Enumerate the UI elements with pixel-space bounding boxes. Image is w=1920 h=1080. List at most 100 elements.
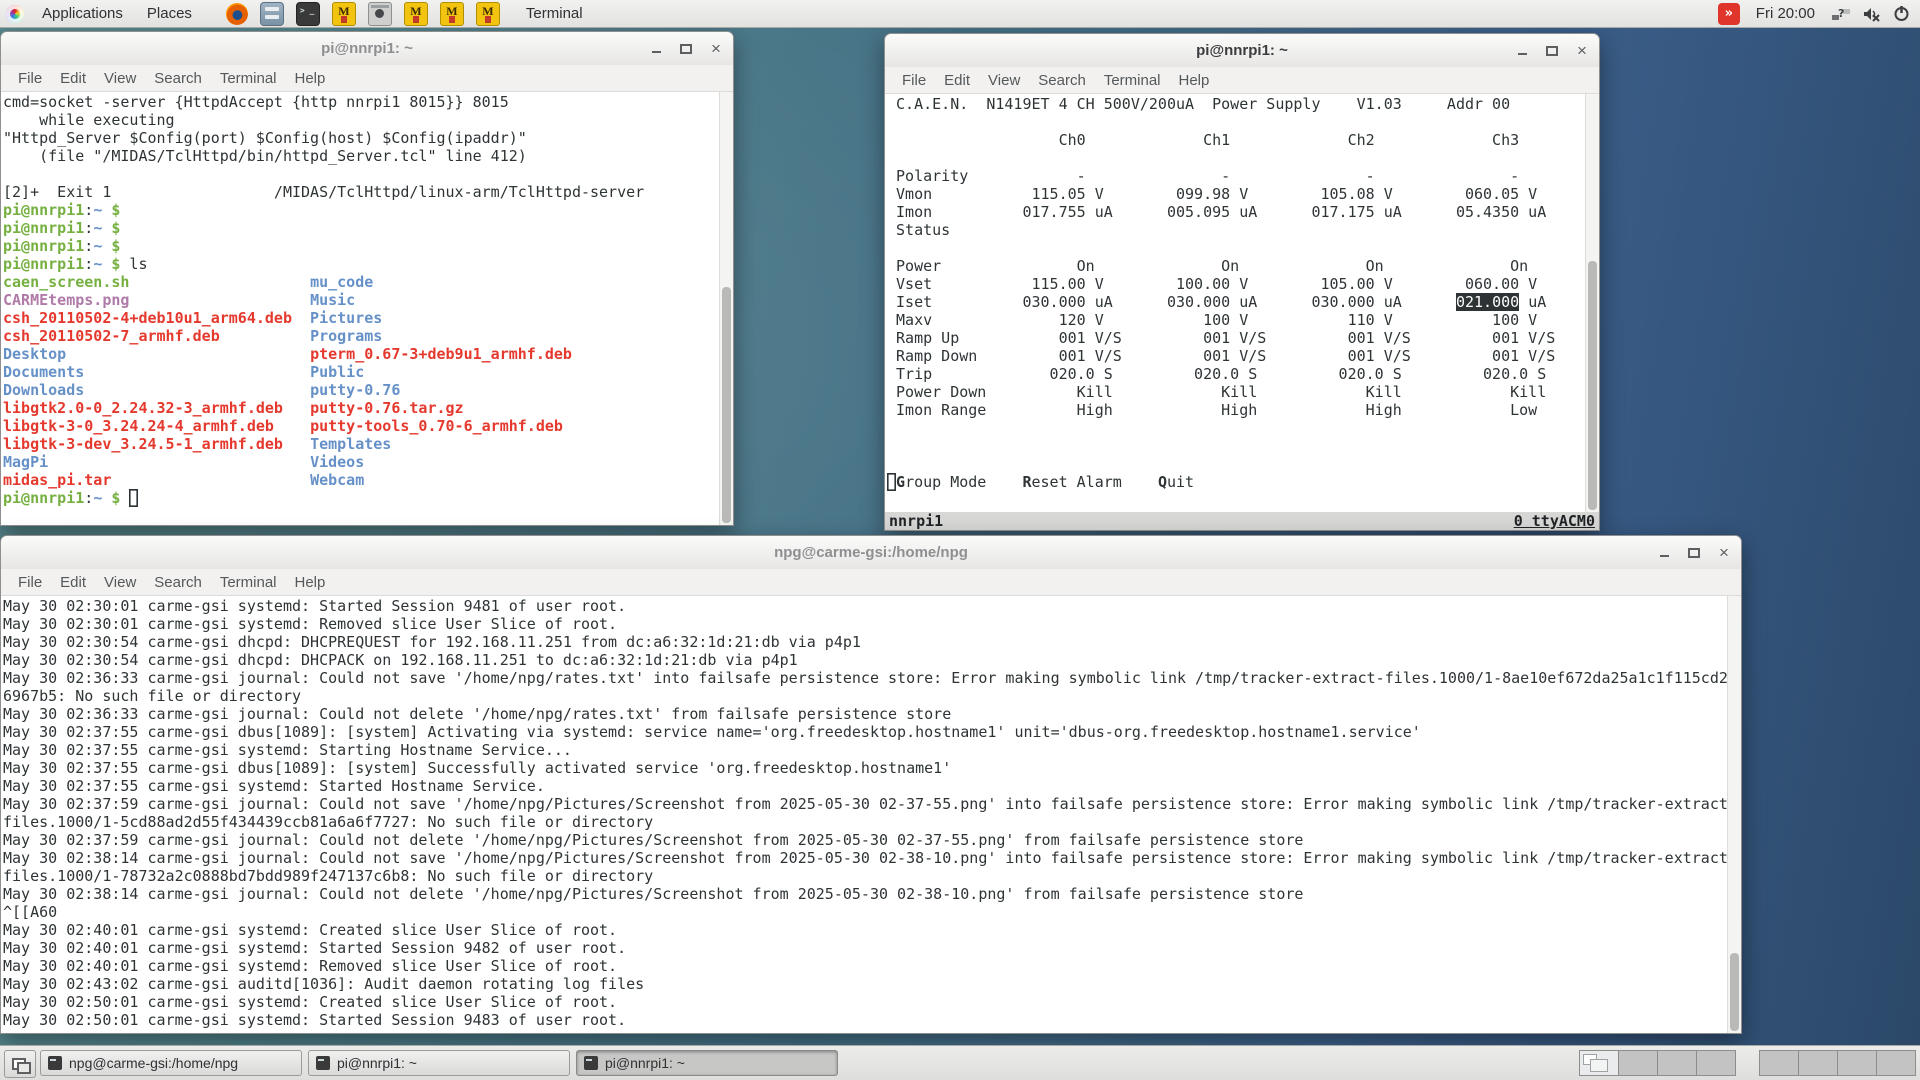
terminal-line: libgtk-3-dev_3.24.5-1_armhf.deb Template… [3,435,733,453]
menu-item-file[interactable]: File [9,70,51,87]
terminal-icon[interactable] [296,2,320,26]
scrollbar[interactable] [1585,94,1599,512]
menu-item-help[interactable]: Help [286,70,335,87]
panel-left: Applications Places Terminal [0,2,583,26]
terminal-line: Downloads putty-0.76 [3,381,733,399]
terminal-line: May 30 02:37:55 carme-gsi systemd: Start… [3,741,1741,759]
terminal-line: May 30 02:37:59 carme-gsi journal: Could… [3,795,1741,831]
workspace-switcher [1580,1050,1916,1076]
close-button[interactable]: × [709,42,723,56]
window-titlebar[interactable]: pi@nnrpi1: ~ × [1,32,733,66]
terminal-line: Imon Range High High High Low [887,401,1599,419]
menu-item-edit[interactable]: Edit [51,574,95,591]
workspace-cell[interactable] [1657,1050,1697,1076]
menu-item-terminal[interactable]: Terminal [211,574,286,591]
terminal-content[interactable]: May 30 02:30:01 carme-gsi systemd: Start… [1,596,1741,1033]
terminal-line: May 30 02:40:01 carme-gsi systemd: Remov… [3,957,1741,975]
applications-menu[interactable]: Applications [36,5,129,22]
terminal-line: Ramp Down 001 V/S 001 V/S 001 V/S 001 V/… [887,347,1599,365]
minimize-button[interactable] [1657,546,1671,560]
workspace-cell[interactable] [1798,1050,1838,1076]
close-button[interactable]: × [1575,44,1589,58]
terminal-line: libgtk2.0-0_2.24.32-3_armhf.deb putty-0.… [3,399,733,417]
workspace-cell[interactable] [1876,1050,1916,1076]
taskbar-button[interactable]: pi@nnrpi1: ~ [576,1050,838,1076]
maximize-button[interactable] [1687,546,1701,560]
places-menu[interactable]: Places [141,5,198,22]
menu-item-file[interactable]: File [893,72,935,89]
firefox-icon[interactable] [226,3,248,25]
menubar: FileEditViewSearchTerminalHelp [885,67,1599,94]
maximize-button[interactable] [1545,44,1559,58]
workspace-cell[interactable] [1618,1050,1658,1076]
menu-item-edit[interactable]: Edit [51,70,95,87]
scrollbar[interactable] [719,92,733,525]
screenshot-icon[interactable] [368,2,392,26]
minimize-button[interactable] [1515,44,1529,58]
terminal-content[interactable]: C.A.E.N. N1419ET 4 CH 500V/200uA Power S… [885,94,1599,512]
midas-icon[interactable] [404,2,428,26]
show-desktop-button[interactable] [4,1050,36,1078]
terminal-line [887,149,1599,167]
menu-item-view[interactable]: View [979,72,1029,89]
workspace-cell[interactable] [1837,1050,1877,1076]
terminal-line: Trip 020.0 S 020.0 S 020.0 S 020.0 S [887,365,1599,383]
workspace-cell[interactable] [1696,1050,1736,1076]
clock[interactable]: Fri 20:00 [1756,5,1815,22]
terminal-line: Iset 030.000 uA 030.000 uA 030.000 uA 02… [887,293,1599,311]
scrollbar-thumb[interactable] [1730,953,1739,1031]
menu-item-file[interactable]: File [9,574,51,591]
terminal-line: May 30 02:50:01 carme-gsi systemd: Creat… [3,993,1741,1011]
menu-item-help[interactable]: Help [286,574,335,591]
notification-icon[interactable]: » [1718,3,1740,25]
menu-item-view[interactable]: View [95,574,145,591]
terminal-line [887,239,1599,257]
minimize-button[interactable] [649,42,663,56]
menu-item-search[interactable]: Search [1029,72,1095,89]
window-titlebar[interactable]: pi@nnrpi1: ~ × [885,34,1599,68]
file-manager-icon[interactable] [260,2,284,26]
midas-icon[interactable] [332,2,356,26]
midas-icon[interactable] [476,2,500,26]
applications-menu-icon[interactable] [6,5,24,23]
terminal-line: Power Down Kill Kill Kill Kill [887,383,1599,401]
menu-item-edit[interactable]: Edit [935,72,979,89]
close-button[interactable]: × [1717,546,1731,560]
terminal-line: May 30 02:30:54 carme-gsi dhcpd: DHCPACK… [3,651,1741,669]
workspace-cell[interactable] [1579,1050,1619,1076]
terminal-line: caen_screen.sh mu_code [3,273,733,291]
scrollbar-thumb[interactable] [722,287,731,523]
taskbar-button-label: pi@nnrpi1: ~ [337,1055,417,1071]
terminal-content[interactable]: cmd=socket -server {HttpdAccept {http nn… [1,92,733,525]
menu-item-search[interactable]: Search [145,574,211,591]
power-icon[interactable] [1893,5,1910,22]
midas-icon[interactable] [440,2,464,26]
caen-terminal-window: pi@nnrpi1: ~ × FileEditViewSearchTermina… [884,33,1600,531]
terminal-line: (file "/MIDAS/TclHttpd/bin/httpd_Server.… [3,147,733,165]
terminal-icon [48,1056,62,1070]
maximize-button[interactable] [679,42,693,56]
scrollbar-thumb[interactable] [1588,261,1597,510]
volume-muted-icon[interactable] [1863,6,1881,22]
terminal-line: May 30 02:30:01 carme-gsi systemd: Remov… [3,615,1741,633]
terminal-line: Polarity - - - - [887,167,1599,185]
menu-item-terminal[interactable]: Terminal [1095,72,1170,89]
taskbar-button[interactable]: pi@nnrpi1: ~ [308,1050,570,1076]
scrollbar[interactable] [1727,596,1741,1033]
taskbar-button[interactable]: npg@carme-gsi:/home/npg [40,1050,302,1076]
menu-item-search[interactable]: Search [145,70,211,87]
network-icon[interactable]: ? [1831,6,1851,22]
terminal-line: midas_pi.tar Webcam [3,471,733,489]
terminal-launcher-label[interactable]: Terminal [526,5,583,22]
terminal-line: May 30 02:37:55 carme-gsi systemd: Start… [3,777,1741,795]
caen-status-tty: 0 ttyACM0 [1514,512,1595,530]
terminal-line: [2]+ Exit 1 /MIDAS/TclHttpd/linux-arm/Tc… [3,183,733,201]
menu-item-help[interactable]: Help [1170,72,1219,89]
window-titlebar[interactable]: npg@carme-gsi:/home/npg × [1,536,1741,570]
taskbar-button-label: npg@carme-gsi:/home/npg [69,1055,238,1071]
terminal-line: May 30 02:37:55 carme-gsi dbus[1089]: [s… [3,759,1741,777]
menu-item-view[interactable]: View [95,70,145,87]
menu-item-terminal[interactable]: Terminal [211,70,286,87]
launcher-group [226,2,500,26]
workspace-cell[interactable] [1759,1050,1799,1076]
